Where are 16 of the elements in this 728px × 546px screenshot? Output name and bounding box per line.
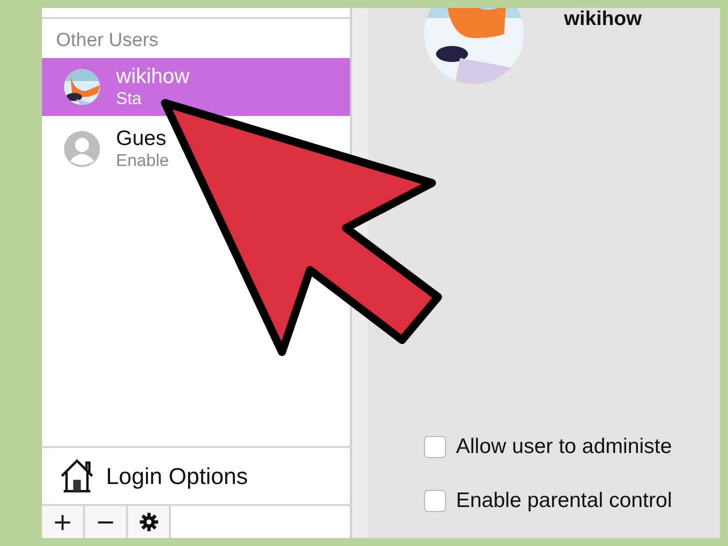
account-type: Sta (116, 89, 143, 109)
section-header: Other Users (55, 29, 160, 53)
user-name: Gues (116, 127, 168, 151)
remove-button[interactable]: − (85, 506, 128, 538)
avatar-icon (62, 129, 102, 169)
checkbox-label: Allow user to administe (456, 435, 672, 459)
user-name: wikihow (564, 8, 642, 31)
account-type: Enable (116, 151, 169, 171)
checkbox-label: Enable parental control (456, 489, 672, 513)
user-list-item[interactable]: Gues Enable (42, 120, 173, 178)
add-button[interactable]: + (42, 506, 85, 538)
checkbox[interactable] (424, 490, 446, 512)
user-name: wikihow (116, 65, 190, 89)
house-icon (58, 457, 96, 495)
checkbox[interactable] (424, 436, 446, 458)
settings-button[interactable] (128, 506, 171, 538)
